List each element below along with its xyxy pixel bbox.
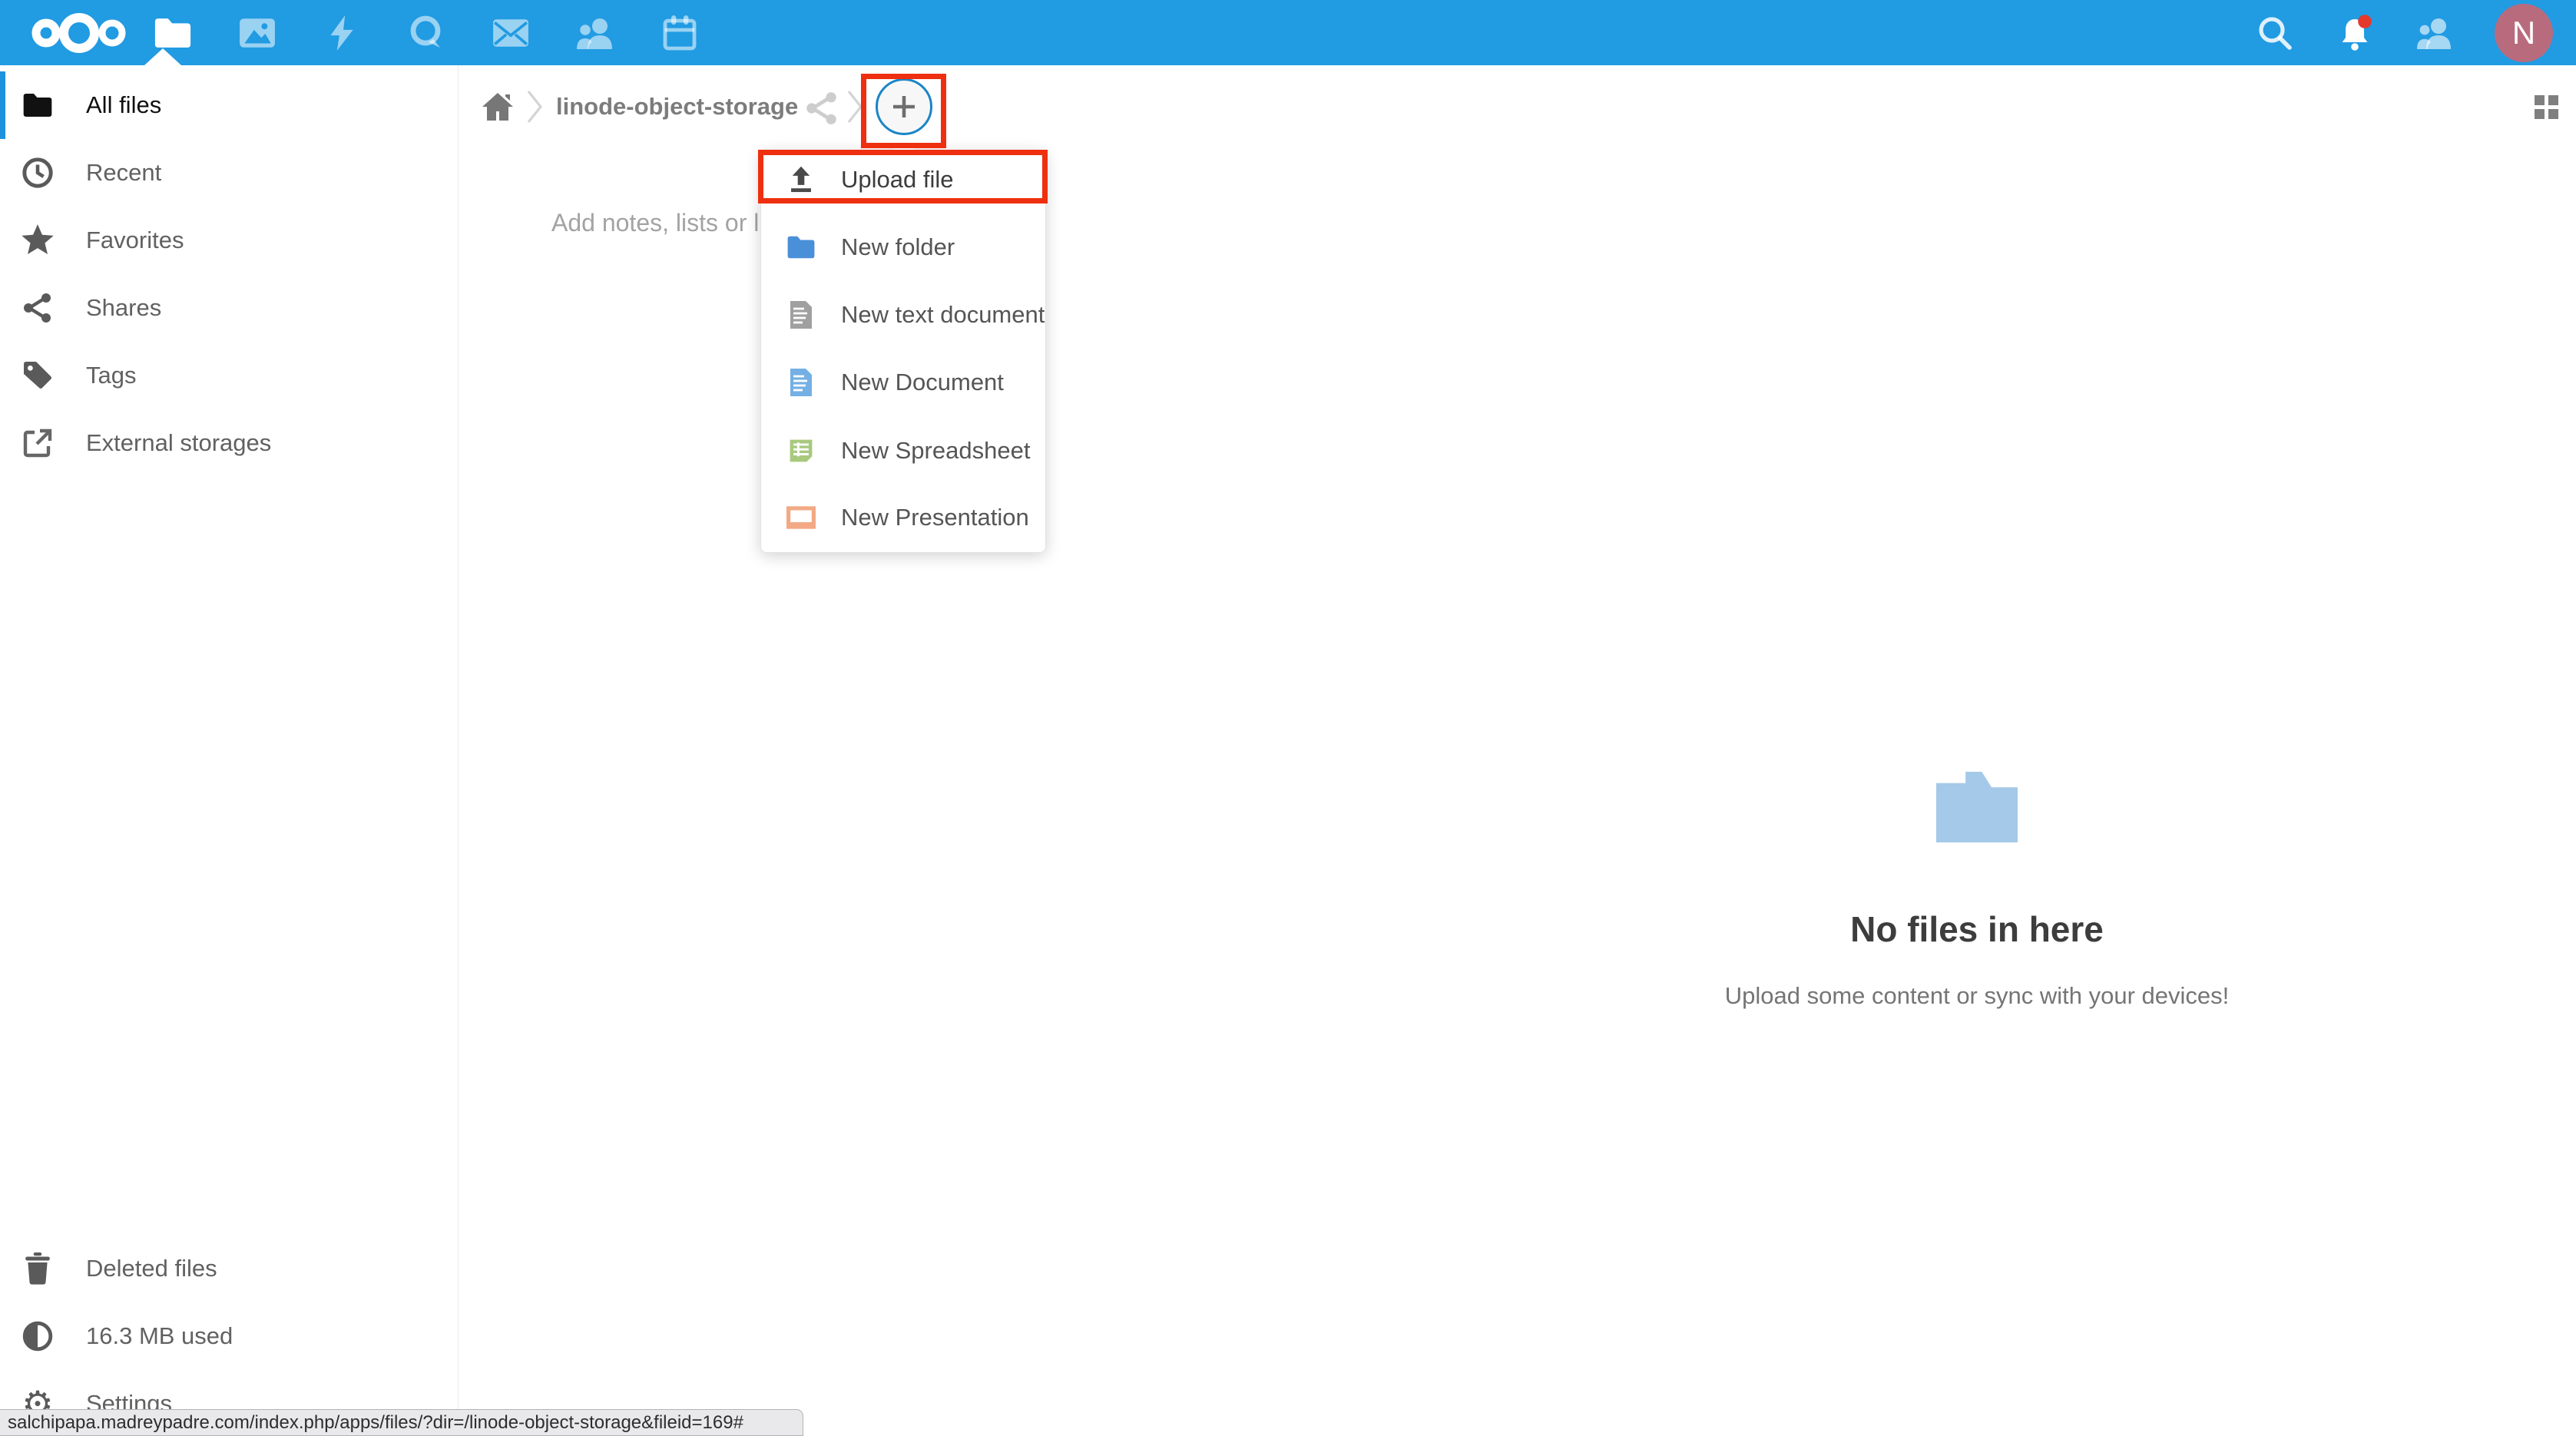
breadcrumb-home-button[interactable]	[479, 88, 516, 125]
search-icon	[2257, 15, 2293, 51]
quota-label: 16.3 MB used	[86, 1322, 233, 1350]
contacts-menu-button[interactable]	[2415, 13, 2455, 53]
menu-item-label: New Spreadsheet	[841, 437, 1030, 465]
mail-icon	[492, 18, 530, 48]
menu-item-label: New text document	[841, 301, 1045, 329]
app-activity-button[interactable]	[300, 0, 384, 65]
empty-state-title: No files in here	[919, 908, 2576, 950]
app-talk-button[interactable]	[384, 0, 469, 65]
menu-item-label: New Presentation	[841, 504, 1029, 531]
share-variant-icon	[805, 91, 839, 125]
new-menu: Upload file New folder New text document…	[760, 151, 1046, 553]
share-button[interactable]	[805, 91, 839, 125]
grid-view-icon	[2535, 95, 2545, 105]
empty-folder-icon	[1936, 772, 2018, 842]
nextcloud-files-page: N All files Recent Favorites	[0, 0, 2576, 1436]
sidebar-item-external-storages[interactable]: External storages	[0, 409, 459, 477]
calendar-icon	[662, 15, 697, 51]
menu-item-label: New folder	[841, 233, 955, 261]
external-storage-icon	[20, 425, 55, 461]
contacts-menu-icon	[2415, 16, 2454, 50]
share-icon	[20, 290, 55, 326]
talk-icon	[408, 15, 445, 51]
topbar-right: N	[2255, 0, 2576, 65]
sidebar-item-label: External storages	[86, 429, 271, 457]
contacts-icon	[575, 16, 615, 50]
app-photos-button[interactable]	[215, 0, 300, 65]
avatar-initial: N	[2512, 15, 2535, 51]
photos-icon	[238, 17, 276, 49]
top-bar: N	[0, 0, 2576, 65]
sidebar-item-label: Deleted files	[86, 1255, 217, 1282]
document-icon	[786, 367, 816, 398]
nextcloud-logo[interactable]	[29, 9, 129, 57]
presentation-icon	[786, 502, 816, 533]
search-button[interactable]	[2255, 13, 2295, 53]
breadcrumb-separator	[527, 88, 542, 129]
menu-item-new-presentation[interactable]: New Presentation	[761, 491, 1045, 544]
files-icon	[153, 17, 193, 49]
activity-icon	[326, 15, 358, 51]
link-preview-statusbar: salchipapa.madreypadre.com/index.php/app…	[0, 1409, 803, 1436]
new-folder-icon	[786, 232, 816, 263]
active-app-indicator	[144, 48, 181, 65]
sidebar-item-label: All files	[86, 91, 161, 119]
menu-item-new-document[interactable]: New Document	[761, 356, 1045, 409]
new-button[interactable]	[876, 78, 932, 135]
empty-state-subtitle: Upload some content or sync with your de…	[919, 982, 2576, 1010]
app-mail-button[interactable]	[469, 0, 553, 65]
sidebar: All files Recent Favorites Shares Tags	[0, 65, 459, 1436]
tag-icon	[20, 358, 55, 393]
menu-caret	[891, 140, 917, 152]
quota-icon	[20, 1319, 55, 1354]
grid-view-toggle[interactable]	[2535, 95, 2559, 120]
breadcrumb-separator	[847, 88, 863, 129]
sidebar-item-all-files[interactable]: All files	[0, 71, 459, 139]
folder-icon	[20, 88, 55, 123]
sidebar-item-shares[interactable]: Shares	[0, 274, 459, 342]
menu-item-label: New Document	[841, 369, 1004, 396]
sidebar-item-favorites[interactable]: Favorites	[0, 207, 459, 274]
menu-item-new-spreadsheet[interactable]: New Spreadsheet	[761, 424, 1045, 478]
breadcrumb-bar: linode-object-storage	[459, 65, 2576, 150]
workspace-placeholder[interactable]: Add notes, lists or lin	[551, 209, 778, 237]
plus-icon	[888, 91, 920, 123]
sidebar-item-label: Shares	[86, 294, 161, 322]
nextcloud-logo-icon	[29, 9, 129, 57]
sidebar-item-deleted-files[interactable]: Deleted files	[0, 1235, 459, 1302]
notification-dot	[2358, 15, 2372, 28]
statusbar-url: salchipapa.madreypadre.com/index.php/app…	[0, 1412, 743, 1434]
upload-icon	[786, 164, 816, 195]
text-document-icon	[786, 299, 816, 330]
notifications-button[interactable]	[2335, 13, 2375, 53]
sidebar-item-tags[interactable]: Tags	[0, 342, 459, 409]
breadcrumb-folder[interactable]: linode-object-storage	[556, 93, 798, 121]
empty-state: No files in here Upload some content or …	[919, 772, 2576, 1010]
clock-icon	[20, 155, 55, 190]
menu-item-upload-file[interactable]: Upload file	[761, 153, 1045, 207]
home-icon	[479, 88, 516, 125]
spreadsheet-icon	[786, 435, 816, 466]
menu-item-new-text-document[interactable]: New text document	[761, 288, 1045, 342]
app-contacts-button[interactable]	[553, 0, 637, 65]
star-icon	[20, 223, 55, 258]
menu-item-label: Upload file	[841, 166, 953, 194]
trash-icon	[20, 1251, 55, 1286]
avatar[interactable]: N	[2495, 4, 2553, 62]
app-menu	[131, 0, 722, 65]
sidebar-item-quota: 16.3 MB used	[0, 1302, 459, 1370]
sidebar-item-label: Favorites	[86, 227, 184, 254]
bell-icon	[2335, 13, 2375, 53]
menu-item-new-folder[interactable]: New folder	[761, 220, 1045, 274]
app-calendar-button[interactable]	[637, 0, 722, 65]
sidebar-item-label: Recent	[86, 159, 161, 187]
sidebar-item-label: Tags	[86, 362, 136, 389]
sidebar-item-recent[interactable]: Recent	[0, 139, 459, 207]
